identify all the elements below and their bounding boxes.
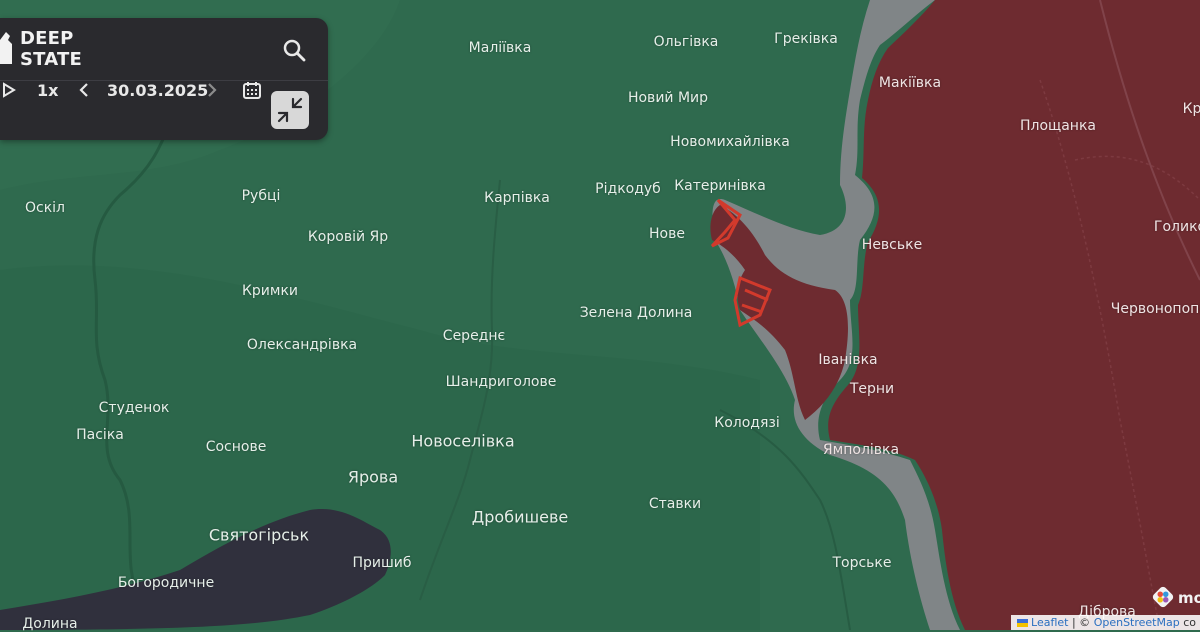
place-label: Зелена Долина xyxy=(579,305,693,321)
place-label: Соснове xyxy=(205,439,267,455)
place-label: Голико xyxy=(1153,219,1200,235)
place-label: Рідкодуб xyxy=(595,181,661,197)
place-label: Новий Мир xyxy=(627,90,709,106)
compare-toggle-button[interactable] xyxy=(271,91,309,129)
place-label: Студенок xyxy=(98,400,170,416)
place-label: Іванівка xyxy=(818,352,878,368)
place-label: Катеринівка xyxy=(674,178,766,194)
place-label: Ольгівка xyxy=(653,34,719,50)
attribution-tail: co xyxy=(1179,616,1196,629)
calendar-icon[interactable] xyxy=(242,80,262,100)
place-label: Червонопопі xyxy=(1110,301,1200,317)
place-label: Греківка xyxy=(774,31,838,47)
chevron-right-icon[interactable] xyxy=(206,82,218,98)
place-label: Середнє xyxy=(442,328,506,344)
logo-line2: STATE xyxy=(20,49,82,70)
place-label: Нове xyxy=(649,226,685,242)
place-label: Рубці xyxy=(241,188,281,204)
place-label: Пришиб xyxy=(352,555,412,571)
place-label: Площанка xyxy=(1020,118,1096,134)
collapse-arrows-icon xyxy=(277,97,303,123)
play-icon[interactable] xyxy=(2,82,16,98)
place-label: Терни xyxy=(849,381,895,397)
place-label: Ямполівка xyxy=(822,442,900,458)
chevron-left-icon[interactable] xyxy=(78,82,90,98)
osm-link[interactable]: OpenStreetMap xyxy=(1094,616,1180,629)
place-label: Пасіка xyxy=(76,427,124,443)
place-label: Торське xyxy=(832,555,892,571)
place-label: Ярова xyxy=(347,467,399,487)
place-label: Олександрівка xyxy=(246,337,358,353)
place-label: Оскіл xyxy=(24,200,66,216)
map-attribution: Leaflet | © OpenStreetMap co xyxy=(1010,615,1200,630)
logo-text: DEEP STATE xyxy=(20,28,82,70)
ukraine-flag-icon xyxy=(1016,619,1028,627)
deepstate-logo-icon xyxy=(0,32,12,64)
place-label: Шандриголове xyxy=(445,374,557,390)
place-label: Богородичне xyxy=(117,575,215,591)
partner-logo-icon[interactable] xyxy=(1152,586,1174,608)
place-label: Святогірськ xyxy=(208,525,310,545)
logo-line1: DEEP xyxy=(20,28,74,49)
place-label: Новоселівка xyxy=(411,431,515,451)
playback-speed-button[interactable]: 1x xyxy=(37,81,58,100)
search-icon[interactable] xyxy=(280,36,308,64)
leaflet-link[interactable]: Leaflet xyxy=(1031,616,1068,629)
place-label: Дробишеве xyxy=(471,507,569,527)
place-label: Колодязі xyxy=(714,415,780,431)
place-label: Коровій Яр xyxy=(307,229,389,245)
partner-logo-text[interactable]: mo xyxy=(1178,589,1200,607)
attribution-separator: | © xyxy=(1068,616,1094,629)
place-label: Новомихайлівка xyxy=(670,134,790,150)
place-label: Ставки xyxy=(648,496,702,512)
place-label: Макіївка xyxy=(878,75,942,91)
place-label: Кр xyxy=(1182,101,1200,117)
date-display[interactable]: 30.03.2025 xyxy=(107,81,208,100)
deepstate-logo[interactable]: DEEP STATE xyxy=(0,28,82,72)
place-label: Невське xyxy=(861,237,923,253)
place-label: Маліївка xyxy=(468,40,532,56)
place-label: Карпівка xyxy=(484,190,550,206)
place-label: Кримки xyxy=(241,283,299,299)
